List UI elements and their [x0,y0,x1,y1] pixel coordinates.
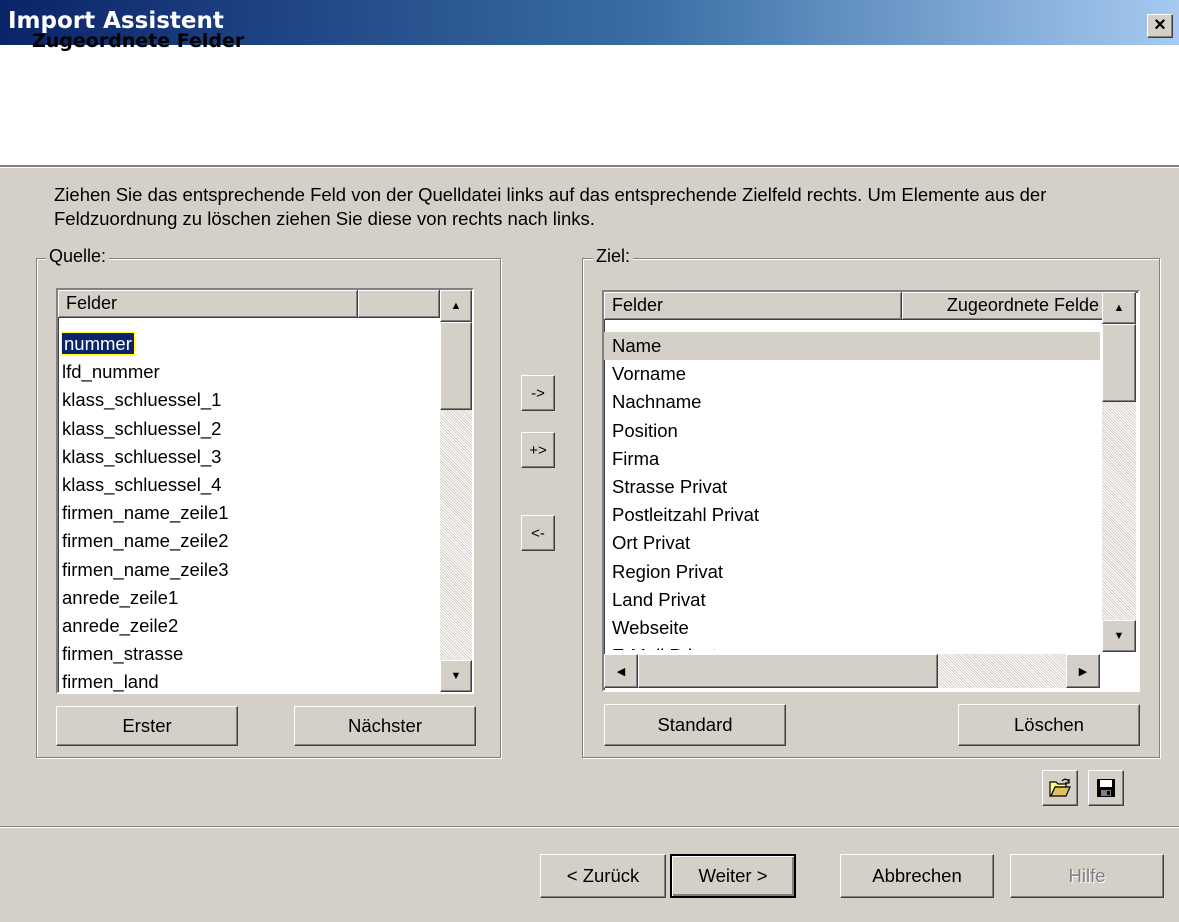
source-list-item[interactable]: firmen_name_zeile2 [58,527,438,555]
target-list-item-label: Name [612,335,662,356]
target-field-list: Name Vorname Nachname Position Firma Strasse … [604,332,1100,650]
delete-button[interactable]: Löschen [958,704,1140,746]
target-list-item[interactable]: Strasse Privat [604,473,1100,501]
source-listbox[interactable]: Felder nummer lfd_nummer klass_schluessel_… [56,288,474,694]
target-scroll-left-button[interactable]: ◀ [604,654,638,688]
source-list-item-label: firmen_name_zeile3 [62,558,229,580]
target-list-item[interactable]: Firma [604,445,1100,473]
target-scroll-thumb[interactable] [1102,324,1136,402]
source-field-list: nummer lfd_nummer klass_schluessel_1 klass_… [58,330,438,693]
source-scroll-thumb[interactable] [440,322,472,410]
source-list-item-label: klass_schluessel_1 [62,389,222,411]
source-scroll-down-button[interactable]: ▼ [440,660,472,692]
target-list-item-label: Webseite [612,616,689,638]
target-list-item[interactable]: Position [604,417,1100,445]
target-list-item[interactable]: E-Mail Privat [604,642,1100,650]
save-mapping-button[interactable] [1088,770,1124,806]
source-list-item-label: firmen_strasse [62,643,184,665]
target-column-header-felder[interactable]: Felder [604,292,902,320]
target-list-item[interactable]: Webseite [604,614,1100,642]
next-field-button[interactable]: Nächster [294,706,476,746]
add-assign-button[interactable]: +> [521,432,555,468]
target-list-item[interactable]: Vorname [604,360,1100,388]
source-list-item[interactable]: klass_schluessel_2 [58,415,438,443]
source-list-item[interactable]: nummer [58,330,438,358]
source-list-item-label: anrede_zeile1 [62,586,179,608]
source-list-item[interactable]: anrede_zeile1 [58,584,438,612]
close-button[interactable]: × [1147,14,1173,38]
source-list-item-label: firmen_land [62,671,159,693]
remove-assignment-button[interactable]: <- [521,515,555,551]
target-scroll-right-button[interactable]: ▶ [1066,654,1100,688]
source-list-item[interactable]: firmen_name_zeile3 [58,556,438,584]
source-list-item[interactable]: lfd_nummer [58,358,438,386]
arrow-left-icon: ◀ [616,665,626,678]
target-list-item[interactable]: Ort Privat [604,529,1100,557]
source-list-item[interactable]: firmen_strasse [58,640,438,668]
assign-button[interactable]: -> [521,375,555,411]
source-list-item-label: nummer [61,332,135,355]
target-list-item-label: Region Privat [612,560,724,582]
source-list-item[interactable]: anrede_zeile2 [58,612,438,640]
close-icon: × [1154,14,1166,36]
help-button[interactable]: Hilfe [1010,854,1164,898]
target-list-item-label: Position [612,419,678,441]
source-list-item-label: firmen_name_zeile2 [62,530,229,552]
footer-separator [0,826,1179,828]
source-column-header-felder[interactable]: Felder [58,290,358,318]
source-list-item-label: lfd_nummer [62,361,160,383]
back-button[interactable]: < Zurück [540,854,666,898]
source-list-item-label: anrede_zeile2 [62,614,179,636]
target-group-label: Ziel: [593,246,634,267]
source-column-header-empty[interactable] [358,290,440,318]
header-panel [0,45,1179,168]
arrow-down-icon: ▼ [1113,630,1125,642]
source-list-item[interactable]: klass_schluessel_4 [58,471,438,499]
target-list-item[interactable]: Region Privat [604,558,1100,586]
arrow-down-icon: ▼ [450,670,462,682]
target-list-item-label: Strasse Privat [612,475,728,497]
target-list-item-label: Postleitzahl Privat [612,504,760,526]
page-title: Zugeordnete Felder [32,30,245,52]
source-list-item-label: klass_schluessel_3 [62,445,222,467]
next-button[interactable]: Weiter > [670,854,796,898]
source-scroll-up-button[interactable]: ▲ [440,290,472,322]
source-list-item[interactable]: klass_schluessel_3 [58,443,438,471]
arrow-right-icon: ▶ [1078,665,1088,678]
source-list-item[interactable]: klass_schluessel_1 [58,386,438,414]
source-list-item-label: klass_schluessel_4 [62,473,222,495]
target-list-item[interactable]: Land Privat [604,586,1100,614]
source-list-item[interactable]: firmen_name_zeile1 [58,499,438,527]
source-list-item-label: klass_schluessel_2 [62,417,222,439]
target-list-item[interactable]: Name [604,332,1100,361]
source-list-item[interactable]: firmen_land [58,668,438,693]
source-group-label: Quelle: [46,246,110,267]
target-list-item-label: Ort Privat [612,532,691,554]
target-list-item-label: Firma [612,447,660,469]
open-folder-icon [1049,778,1071,797]
arrow-up-icon: ▲ [450,300,462,312]
target-list-item-label: Vorname [612,363,687,385]
cancel-button[interactable]: Abbrechen [840,854,994,898]
standard-button[interactable]: Standard [604,704,786,746]
target-list-item-label: Nachname [612,391,702,413]
target-hscroll-thumb[interactable] [638,654,938,688]
first-button[interactable]: Erster [56,706,238,746]
source-list-item-label: firmen_name_zeile1 [62,502,229,524]
floppy-disk-icon [1097,779,1115,797]
target-scroll-down-button[interactable]: ▼ [1102,620,1136,652]
target-list-item[interactable]: Nachname [604,388,1100,416]
target-list-item-label: E-Mail Privat [612,645,717,650]
open-mapping-button[interactable] [1042,770,1078,806]
target-column-header-assigned[interactable]: Zugeordnete Felde [902,292,1104,320]
target-listbox[interactable]: Felder Zugeordnete Felde Name Vorname Nach… [602,290,1140,692]
target-scroll-up-button[interactable]: ▲ [1102,292,1136,324]
target-list-item-label: Land Privat [612,588,706,610]
instruction-text: Ziehen Sie das entsprechende Feld von de… [54,184,1047,229]
arrow-up-icon: ▲ [1113,302,1125,314]
target-list-item[interactable]: Postleitzahl Privat [604,501,1100,529]
